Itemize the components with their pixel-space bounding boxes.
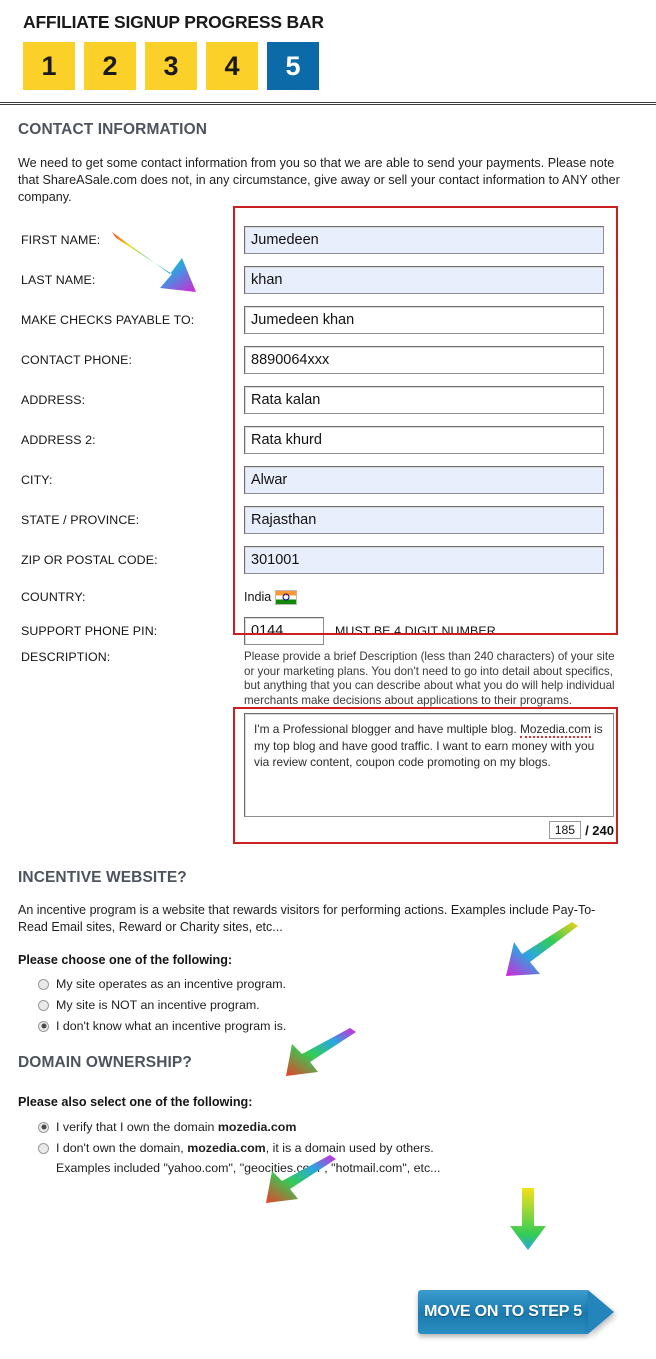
radio-icon-incentive-not[interactable]	[38, 999, 49, 1011]
progress-step-1[interactable]: 1	[23, 42, 75, 90]
incentive-radio-group: My site operates as an incentive program…	[38, 976, 656, 1034]
domain-ownership-heading: DOMAIN OWNERSHIP?	[18, 1054, 192, 1072]
character-counter: 185 / 240	[0, 821, 614, 840]
incentive-option-operates-label: My site operates as an incentive program…	[56, 977, 287, 992]
domain-option-own-domain: mozedia.com	[217, 1120, 297, 1135]
india-flag-icon	[275, 589, 298, 605]
progress-step-4[interactable]: 4	[206, 42, 258, 90]
incentive-prompt: Please choose one of the following:	[18, 953, 233, 968]
move-on-to-step-5-label: MOVE ON TO STEP 5	[424, 1303, 582, 1320]
header-divider	[0, 102, 656, 105]
input-description[interactable]: I'm a Professional blogger and have mult…	[244, 713, 614, 818]
move-on-to-step-5-container: MOVE ON TO STEP 5	[418, 1290, 618, 1334]
label-address: ADDRESS:	[21, 393, 86, 407]
domain-option-not-own-domain: mozedia.com	[187, 1141, 266, 1156]
form-row-last-name: LAST NAME: khan	[0, 260, 656, 300]
country-name: India	[244, 590, 272, 604]
domain-option-not-own-prefix: I don't own the domain,	[56, 1141, 188, 1156]
incentive-option-dont-know-label: I don't know what an incentive program i…	[56, 1019, 287, 1034]
progress-header: AFFILIATE SIGNUP PROGRESS BAR 1 2 3 4 5	[0, 0, 656, 90]
domain-option-own-prefix: I verify that I own the domain	[56, 1120, 218, 1135]
input-city[interactable]: Alwar	[244, 466, 604, 494]
radio-icon-domain-not-own[interactable]	[38, 1142, 49, 1154]
form-row-contact-phone: CONTACT PHONE: 8890064xxx	[0, 340, 656, 380]
input-contact-phone[interactable]: 8890064xxx	[244, 346, 604, 374]
incentive-website-heading: INCENTIVE WEBSITE?	[18, 869, 187, 887]
label-first-name: FIRST NAME:	[21, 233, 101, 247]
form-row-first-name: FIRST NAME: Jumedeen	[0, 220, 656, 260]
label-last-name: LAST NAME:	[21, 273, 96, 287]
form-row-state-province: STATE / PROVINCE: Rajasthan	[0, 500, 656, 540]
input-address-2[interactable]: Rata khurd	[244, 426, 604, 454]
support-phone-pin-note: MUST BE 4 DIGIT NUMBER	[335, 624, 496, 638]
input-state-province[interactable]: Rajasthan	[244, 506, 604, 534]
input-last-name[interactable]: khan	[244, 266, 604, 294]
incentive-description: An incentive program is a website that r…	[18, 903, 596, 935]
domain-examples-note: Examples included "yahoo.com", "geocitie…	[56, 1161, 441, 1176]
domain-prompt: Please also select one of the following:	[18, 1095, 253, 1110]
label-make-checks-payable-to: MAKE CHECKS PAYABLE TO:	[21, 313, 195, 327]
form-row-address: ADDRESS: Rata kalan	[0, 380, 656, 420]
form-row-make-checks-payable-to: MAKE CHECKS PAYABLE TO: Jumedeen khan	[0, 300, 656, 340]
form-row-support-phone-pin: SUPPORT PHONE PIN: 0144 MUST BE 4 DIGIT …	[0, 614, 656, 648]
progress-step-3[interactable]: 3	[145, 42, 197, 90]
description-text-part1: I'm a Professional blogger and have mult…	[254, 722, 521, 737]
domain-option-own[interactable]: I verify that I own the domain mozedia.c…	[38, 1119, 656, 1135]
radio-icon-incentive-dont-know[interactable]	[38, 1020, 49, 1032]
label-city: CITY:	[21, 473, 53, 487]
form-row-country: COUNTRY: India	[0, 580, 656, 614]
form-row-zip-postal-code: ZIP OR POSTAL CODE: 301001	[0, 540, 656, 580]
domain-option-not-own[interactable]: I don't own the domain, mozedia.com, it …	[38, 1140, 656, 1156]
incentive-option-not-incentive[interactable]: My site is NOT an incentive program.	[38, 997, 656, 1013]
domain-radio-group: I verify that I own the domain mozedia.c…	[38, 1119, 656, 1175]
label-contact-phone: CONTACT PHONE:	[21, 353, 133, 367]
input-zip-postal-code[interactable]: 301001	[244, 546, 604, 574]
domain-option-not-own-label: I don't own the domain, mozedia.com, it …	[56, 1140, 434, 1156]
input-support-phone-pin[interactable]: 0144	[244, 617, 324, 645]
description-help-text: Please provide a brief Description (less…	[244, 650, 615, 707]
country-value: India	[244, 589, 298, 605]
contact-form: FIRST NAME: Jumedeen LAST NAME: khan MAK…	[0, 206, 656, 844]
progress-step-2[interactable]: 2	[84, 42, 136, 90]
contact-information-heading: CONTACT INFORMATION	[18, 121, 208, 138]
progress-steps: 1 2 3 4 5	[23, 42, 656, 90]
annotation-arrow-down-cta	[510, 1188, 546, 1250]
form-row-city: CITY: Alwar	[0, 460, 656, 500]
label-address-2: ADDRESS 2:	[21, 433, 96, 447]
domain-option-not-own-suffix: , it is a domain used by others.	[265, 1141, 434, 1156]
character-count-value: 185	[548, 821, 582, 840]
input-first-name[interactable]: Jumedeen	[244, 226, 604, 254]
arrow-right-icon	[588, 1290, 614, 1334]
label-zip-postal-code: ZIP OR POSTAL CODE:	[21, 553, 158, 567]
input-make-checks-payable-to[interactable]: Jumedeen khan	[244, 306, 604, 334]
input-address[interactable]: Rata kalan	[244, 386, 604, 414]
incentive-option-not-incentive-label: My site is NOT an incentive program.	[56, 998, 260, 1013]
label-state-province: STATE / PROVINCE:	[21, 513, 140, 527]
contact-intro-text: We need to get some contact information …	[18, 156, 620, 204]
progress-step-5[interactable]: 5	[267, 42, 319, 90]
label-country: COUNTRY:	[21, 590, 86, 604]
label-support-phone-pin: SUPPORT PHONE PIN:	[21, 624, 158, 638]
incentive-option-operates[interactable]: My site operates as an incentive program…	[38, 976, 656, 992]
radio-icon-domain-own[interactable]	[38, 1121, 49, 1133]
form-row-address-2: ADDRESS 2: Rata khurd	[0, 420, 656, 460]
page-title: AFFILIATE SIGNUP PROGRESS BAR	[23, 12, 324, 32]
domain-option-own-label: I verify that I own the domain mozedia.c…	[56, 1119, 296, 1135]
incentive-option-dont-know[interactable]: I don't know what an incentive program i…	[38, 1018, 656, 1034]
label-description: DESCRIPTION:	[21, 650, 111, 664]
move-on-to-step-5-button[interactable]: MOVE ON TO STEP 5	[418, 1290, 614, 1334]
description-misspelled-word: Mozedia.com	[520, 722, 591, 739]
character-count-max: / 240	[585, 822, 614, 838]
form-row-description: DESCRIPTION: Please provide a brief Desc…	[0, 650, 656, 708]
radio-icon-incentive-operates[interactable]	[38, 978, 49, 990]
